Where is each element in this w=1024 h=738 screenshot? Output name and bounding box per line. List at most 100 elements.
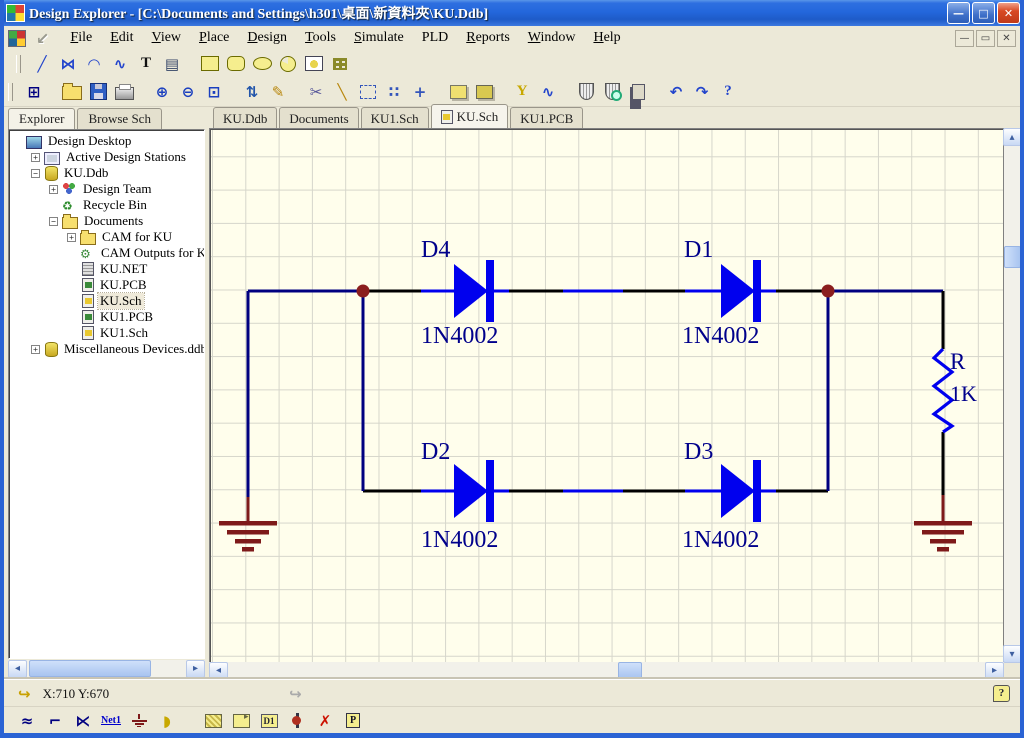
- menu-arrow-icon[interactable]: ↙: [36, 29, 49, 48]
- menu-simulate[interactable]: Simulate: [345, 28, 413, 48]
- scroll-thumb[interactable]: [29, 660, 151, 677]
- tree-item-ku1-pcb[interactable]: KU1.PCB: [9, 309, 204, 325]
- tree-item-design-team[interactable]: +Design Team: [9, 181, 204, 197]
- doc-tab-ku1-sch[interactable]: KU1.Sch: [361, 107, 429, 128]
- editor-vscrollbar[interactable]: ▴ ▾: [1004, 128, 1020, 663]
- diode-d1[interactable]: D1 1N4002: [682, 237, 761, 349]
- panel-tab-explorer[interactable]: Explorer: [8, 108, 75, 129]
- tree-item-active-design-stations[interactable]: +Active Design Stations: [9, 149, 204, 165]
- ground-right[interactable]: [914, 495, 972, 552]
- wire-verticals[interactable]: [248, 291, 943, 497]
- sidebar-hscrollbar[interactable]: ◂ ▸: [8, 660, 205, 677]
- minimize-button[interactable]: —: [947, 2, 970, 24]
- updown-hierarchy-icon[interactable]: ⇅: [240, 80, 264, 104]
- scroll-right-icon[interactable]: ▸: [985, 662, 1004, 680]
- doc-tab-documents[interactable]: Documents: [279, 107, 358, 128]
- title-bar[interactable]: Design Explorer - [C:\Documents and Sett…: [0, 0, 1024, 26]
- menu-file[interactable]: File: [61, 28, 101, 48]
- move-icon[interactable]: +: [408, 80, 432, 104]
- power-tool-icon[interactable]: Y: [510, 80, 534, 104]
- diode-d4[interactable]: D4 1N4002: [421, 237, 498, 349]
- tree-item-cam-outputs-for-ku[interactable]: CAM Outputs for KU: [9, 245, 204, 261]
- junction-icon[interactable]: [287, 709, 307, 733]
- diode-d3[interactable]: D3 1N4002: [682, 439, 761, 553]
- simulate-wave-icon[interactable]: ∿: [536, 80, 560, 104]
- polygon-tool-icon[interactable]: ⋈: [56, 52, 80, 76]
- array-tool-icon[interactable]: [328, 52, 352, 76]
- menu-place[interactable]: Place: [190, 28, 238, 48]
- tree-item-ku-pcb[interactable]: KU.PCB: [9, 277, 204, 293]
- browse-library-icon[interactable]: [600, 80, 624, 104]
- menu-reports[interactable]: Reports: [457, 28, 519, 48]
- sheet-symbol-icon[interactable]: [231, 709, 251, 733]
- drag-wire-icon[interactable]: ╲: [330, 80, 354, 104]
- menu-edit[interactable]: Edit: [101, 28, 142, 48]
- expand-icon[interactable]: +: [67, 233, 76, 242]
- expand-icon[interactable]: +: [49, 185, 58, 194]
- print-icon[interactable]: [112, 80, 136, 104]
- collapse-icon[interactable]: −: [31, 169, 40, 178]
- zoom-out-icon[interactable]: ⊖: [176, 80, 200, 104]
- tree-item-design-desktop[interactable]: Design Desktop: [9, 133, 204, 149]
- scroll-up-icon[interactable]: ▴: [1003, 128, 1022, 146]
- scroll-thumb[interactable]: [618, 662, 642, 679]
- ground-left[interactable]: [219, 497, 277, 552]
- doc-tab-ku-ddb[interactable]: KU.Ddb: [213, 107, 277, 128]
- maximize-button[interactable]: □: [972, 2, 995, 24]
- part-icon[interactable]: [203, 709, 223, 733]
- tree-item-ku-ddb[interactable]: −KU.Ddb: [9, 165, 204, 181]
- help-icon[interactable]: ?: [716, 80, 740, 104]
- bus-entry-icon[interactable]: ⌐: [45, 709, 65, 733]
- redo-icon[interactable]: ↷: [690, 80, 714, 104]
- expand-icon[interactable]: +: [31, 153, 40, 162]
- diode-d2[interactable]: D2 1N4002: [421, 439, 498, 553]
- resistor-r[interactable]: R 1K: [934, 349, 977, 432]
- no-erc-icon[interactable]: ✗: [315, 709, 335, 733]
- close-button[interactable]: ✕: [997, 2, 1020, 24]
- gate-icon[interactable]: ◗: [157, 709, 177, 733]
- bus-tool-icon[interactable]: ⋉: [73, 709, 93, 733]
- doc-tab-ku1-pcb[interactable]: KU1.PCB: [510, 107, 583, 128]
- mdi-close-button[interactable]: ✕: [997, 30, 1016, 47]
- expand-icon[interactable]: +: [31, 345, 40, 354]
- wiring-tools-icon[interactable]: [446, 80, 470, 104]
- rect-tool-icon[interactable]: [198, 52, 222, 76]
- menu-view[interactable]: View: [143, 28, 191, 48]
- line-tool-icon[interactable]: ╱: [30, 52, 54, 76]
- tree-item-recycle-bin[interactable]: Recycle Bin: [9, 197, 204, 213]
- zoom-document-icon[interactable]: ⊡: [202, 80, 226, 104]
- net-label-icon[interactable]: Net1: [101, 709, 121, 733]
- menu-pld[interactable]: PLD: [413, 28, 457, 48]
- save-icon[interactable]: [86, 80, 110, 104]
- sheet-entry-icon[interactable]: D1: [259, 709, 279, 733]
- toolbar-grip[interactable]: [16, 55, 21, 73]
- select-area-icon[interactable]: [356, 80, 380, 104]
- library-icon[interactable]: [574, 80, 598, 104]
- tree-item-ku1-sch[interactable]: KU1.Sch: [9, 325, 204, 341]
- help-balloon-icon[interactable]: ?: [993, 685, 1010, 702]
- scroll-down-icon[interactable]: ▾: [1003, 645, 1022, 663]
- pie-tool-icon[interactable]: [276, 52, 300, 76]
- graphic-tool-icon[interactable]: [302, 52, 326, 76]
- tree-item-ku-sch[interactable]: KU.Sch: [9, 293, 204, 309]
- menu-help[interactable]: Help: [584, 28, 629, 48]
- schematic-canvas[interactable]: D4 1N4002 D1 1N4002 D2 1N4002: [209, 128, 1004, 663]
- toolbar-grip[interactable]: [8, 83, 13, 101]
- wire-tool-icon[interactable]: ≈: [17, 709, 37, 733]
- scroll-thumb[interactable]: [1004, 246, 1021, 268]
- menu-tools[interactable]: Tools: [296, 28, 345, 48]
- junction-dot[interactable]: [357, 285, 370, 298]
- part-pins-icon[interactable]: [626, 80, 650, 104]
- tree-item-miscellaneous-devices-ddb[interactable]: +Miscellaneous Devices.ddb: [9, 341, 204, 357]
- undo-icon[interactable]: ↶: [664, 80, 688, 104]
- doc-tab-ku-sch[interactable]: KU.Sch: [431, 104, 509, 128]
- drawing-tools-icon[interactable]: [472, 80, 496, 104]
- arc-tool-icon[interactable]: ◠: [82, 52, 106, 76]
- scroll-right-icon[interactable]: ▸: [186, 660, 205, 678]
- explorer-toggle-icon[interactable]: ⊞: [22, 80, 46, 104]
- junction-dot[interactable]: [822, 285, 835, 298]
- collapse-icon[interactable]: −: [49, 217, 58, 226]
- textframe-tool-icon[interactable]: ▤: [160, 52, 184, 76]
- zoom-in-icon[interactable]: ⊕: [150, 80, 174, 104]
- tree-item-ku-net[interactable]: KU.NET: [9, 261, 204, 277]
